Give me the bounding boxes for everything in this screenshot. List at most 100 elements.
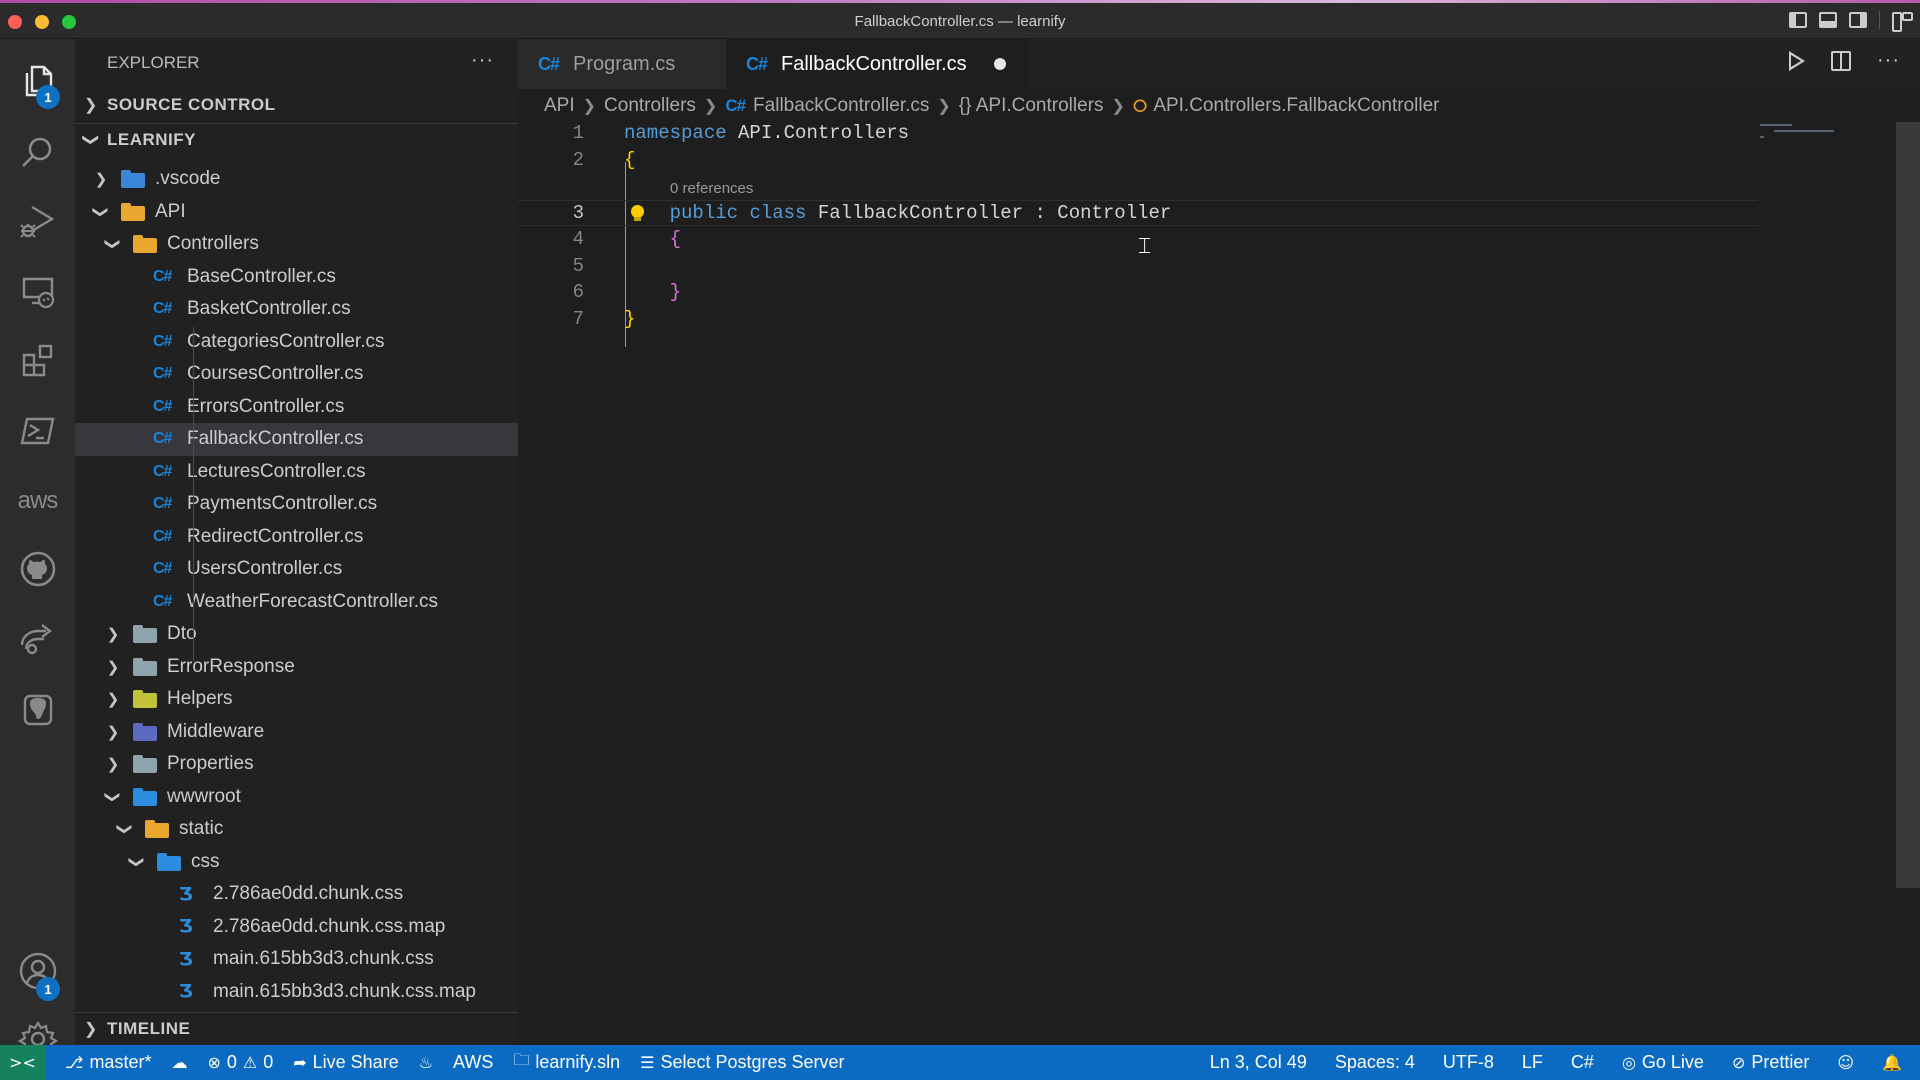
chevron-down-icon: ❯ (128, 855, 145, 869)
status-indentation[interactable]: Spaces: 4 (1335, 1052, 1415, 1073)
section-timeline[interactable]: ❯ TIMELINE (75, 1013, 518, 1045)
activity-remote-explorer[interactable] (0, 261, 75, 321)
tree-folder[interactable]: ❯ API (75, 196, 518, 229)
tree-file[interactable]: C# RedirectController.cs (75, 521, 518, 554)
status-solution[interactable]: 🗀 learnify.sln (513, 1049, 620, 1076)
status-aws[interactable]: AWS (453, 1052, 493, 1073)
activity-postgres[interactable] (0, 679, 75, 739)
status-sync[interactable]: ☁ (171, 1053, 187, 1072)
status-flame[interactable]: ♨ (419, 1053, 433, 1072)
breadcrumb-item[interactable]: {} API.Controllers (959, 95, 1104, 117)
folder-icon-wrap (133, 689, 161, 709)
toggle-primary-sidebar-icon[interactable] (1789, 12, 1807, 28)
breadcrumb-item[interactable]: Controllers (604, 95, 696, 117)
tree-file[interactable]: Ʒmain.615bb3d3.chunk.css (75, 943, 518, 976)
remote-indicator[interactable]: >< (0, 1045, 45, 1080)
code-line[interactable]: 2{ (518, 147, 1758, 174)
chevron-right-icon: ❯ (106, 626, 120, 644)
customize-layout-icon[interactable] (1892, 12, 1913, 32)
folder-icon (133, 690, 157, 709)
activity-accounts[interactable]: 1 (0, 941, 75, 1001)
tree-folder[interactable]: ❯ css (75, 846, 518, 879)
status-cursor-position[interactable]: Ln 3, Col 49 (1210, 1052, 1307, 1073)
tree-file[interactable]: C# LecturesController.cs (75, 456, 518, 489)
prettier-disabled-icon: ⊘ (1731, 1053, 1746, 1072)
tree-folder[interactable]: ❯ Middleware (75, 716, 518, 749)
section-source-control[interactable]: ❯ SOURCE CONTROL (75, 89, 518, 121)
status-problems[interactable]: ⊗ 0 ⚠ 0 (207, 1052, 273, 1073)
csharp-file-icon: C# (153, 560, 172, 578)
status-encoding[interactable]: UTF-8 (1443, 1052, 1494, 1073)
editor-scrollbar[interactable] (1896, 122, 1920, 888)
chevron-right-icon: ❯ (703, 98, 718, 115)
tree-file[interactable]: C# FallbackController.cs (75, 423, 518, 456)
tree-file[interactable]: C# PaymentsController.cs (75, 488, 518, 521)
tree-folder[interactable]: ❯ Properties (75, 748, 518, 781)
code-editor[interactable]: 0 references 1 namespace API.Controllers 2… (518, 122, 1758, 1042)
activity-extensions[interactable] (0, 331, 75, 391)
toggle-secondary-sidebar-icon[interactable] (1849, 12, 1867, 28)
activity-github[interactable] (0, 539, 75, 599)
chevron-right-icon: ❯ (106, 658, 120, 676)
tree-file[interactable]: C# BasketController.cs (75, 293, 518, 326)
folder-icon (133, 755, 157, 774)
status-go-live[interactable]: ◎ Go Live (1622, 1052, 1704, 1073)
minimap-line (1774, 130, 1834, 132)
tree-folder[interactable]: ❯ static (75, 813, 518, 846)
status-prettier[interactable]: ⊘ Prettier (1732, 1052, 1809, 1073)
more-actions-icon[interactable]: ··· (1877, 49, 1900, 72)
status-notifications[interactable]: 🔔 (1882, 1053, 1902, 1072)
tree-file[interactable]: C# UsersController.cs (75, 553, 518, 586)
section-learnify[interactable]: ❯ LEARNIFY (75, 124, 518, 156)
toggle-panel-icon[interactable] (1819, 12, 1837, 28)
activity-live-share[interactable] (0, 609, 75, 669)
tree-folder[interactable]: ❯ wwwroot (75, 781, 518, 814)
lightbulb-icon[interactable] (630, 204, 644, 221)
tree-folder[interactable]: ❯ Dto (75, 618, 518, 651)
tree-folder[interactable]: ❯ ErrorResponse (75, 651, 518, 684)
status-language[interactable]: C# (1571, 1052, 1594, 1073)
run-icon[interactable] (1789, 50, 1806, 71)
activity-search[interactable] (0, 123, 75, 183)
minimap[interactable] (1760, 122, 1896, 162)
tree-file[interactable]: C# CoursesController.cs (75, 358, 518, 391)
activity-run-debug[interactable] (0, 191, 75, 251)
code-line[interactable]: 1 namespace API.Controllers (518, 120, 1758, 147)
unsaved-changes-dot-icon[interactable] (994, 58, 1006, 70)
tree-file[interactable]: C# CategoriesController.cs (75, 326, 518, 359)
code-line[interactable]: 3 public class FallbackController : Cont… (518, 199, 1758, 226)
status-feedback[interactable]: ☺ (1837, 1053, 1854, 1072)
tree-file[interactable]: C# BaseController.cs (75, 261, 518, 294)
code-line[interactable]: 7} (518, 306, 1758, 333)
tree-item-label: Properties (167, 753, 254, 775)
status-postgres[interactable]: ☰ Select Postgres Server (640, 1052, 844, 1073)
class-symbol-icon: ⭘ (1132, 95, 1148, 116)
explorer-more-actions-icon[interactable]: ··· (471, 49, 494, 72)
tree-file[interactable]: Ʒ 2.786ae0dd.chunk.css (75, 878, 518, 911)
breadcrumb-item[interactable]: FallbackController.cs (753, 95, 929, 117)
tab-label: FallbackController.cs (781, 52, 967, 75)
activity-explorer[interactable]: 1 (0, 51, 75, 111)
tree-folder[interactable]: ❯ Helpers (75, 683, 518, 716)
breadcrumb-item[interactable]: API.Controllers.FallbackController (1153, 95, 1439, 117)
breadcrumb-item[interactable]: API (544, 95, 575, 117)
status-branch[interactable]: ⎇ master* (65, 1052, 151, 1073)
status-eol[interactable]: LF (1522, 1052, 1543, 1073)
chevron-down-icon: ❯ (104, 237, 121, 251)
tree-file[interactable]: C# WeatherForecastController.cs (75, 586, 518, 619)
tab-program-cs[interactable]: C# Program.cs (518, 39, 726, 89)
codelens-references[interactable]: 0 references (670, 180, 753, 197)
tree-item-label: Middleware (167, 720, 265, 742)
tree-folder[interactable]: ❯ Controllers (75, 228, 518, 261)
tree-file[interactable]: Ʒmain.615bb3d3.chunk.css.map (75, 976, 518, 1009)
split-editor-icon[interactable] (1831, 50, 1852, 71)
tree-file[interactable]: Ʒ 2.786ae0dd.chunk.css.map (75, 911, 518, 944)
tree-folder[interactable]: ❯ .vscode (75, 163, 518, 196)
tab-fallbackcontroller-cs[interactable]: C# FallbackController.cs (726, 39, 1028, 89)
warning-icon: ⚠ (242, 1053, 258, 1072)
status-live-share[interactable]: ➦ Live Share (293, 1052, 398, 1073)
code-line[interactable]: 6 } (518, 279, 1758, 306)
tree-file[interactable]: C# ErrorsController.cs (75, 391, 518, 424)
activity-aws[interactable]: aws (0, 471, 75, 531)
activity-powershell[interactable] (0, 401, 75, 461)
